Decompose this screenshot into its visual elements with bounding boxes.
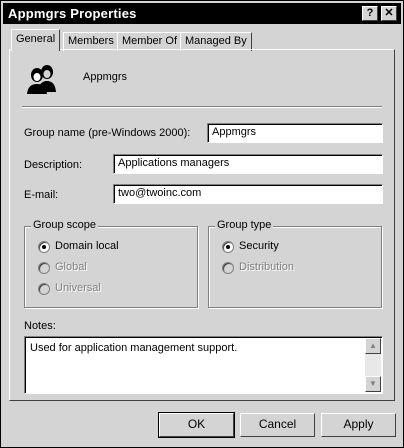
properties-dialog: Appmgrs Properties ? ✕ General Members M… <box>0 0 404 448</box>
group-display-name: Appmgrs <box>83 71 128 83</box>
security-radio[interactable] <box>222 241 234 253</box>
cancel-button[interactable]: Cancel <box>240 413 315 437</box>
distribution-label: Distribution <box>239 261 295 273</box>
security-label[interactable]: Security <box>239 240 279 252</box>
notes-textarea[interactable]: Used for application management support.… <box>24 336 383 394</box>
group-scope-box <box>24 226 198 308</box>
general-tab-panel: Appmgrs Group name (pre-Windows 2000): A… <box>9 49 395 401</box>
scroll-down-arrow-icon[interactable]: ▼ <box>365 376 381 392</box>
scroll-up-arrow-icon[interactable]: ▲ <box>365 338 381 354</box>
notes-label: Notes: <box>24 320 56 332</box>
window-title: Appmgrs Properties <box>8 6 137 21</box>
group-type-title: Group type <box>215 219 274 231</box>
group-type-box <box>208 226 382 308</box>
description-input[interactable]: Applications managers <box>113 154 383 174</box>
help-button[interactable]: ? <box>362 6 378 21</box>
distribution-radio <box>222 262 234 274</box>
global-label: Global <box>55 261 87 273</box>
group-users-icon <box>24 62 58 94</box>
domain-local-radio[interactable] <box>38 241 50 253</box>
apply-button[interactable]: Apply <box>321 413 396 437</box>
description-label: Description: <box>24 159 83 171</box>
title-bar[interactable]: Appmgrs Properties ? ✕ <box>3 3 401 24</box>
email-input[interactable]: two@twoinc.com <box>113 184 383 204</box>
universal-radio <box>38 283 50 295</box>
group-name-label: Group name (pre-Windows 2000): <box>24 127 191 139</box>
group-name-input[interactable]: Appmgrs <box>207 123 383 143</box>
domain-local-label[interactable]: Domain local <box>55 240 119 252</box>
header-separator <box>22 106 382 108</box>
close-button[interactable]: ✕ <box>381 6 397 21</box>
tab-general[interactable]: General <box>11 29 61 51</box>
global-radio <box>38 262 50 274</box>
email-label: E-mail: <box>24 189 59 201</box>
notes-text: Used for application management support. <box>30 342 238 354</box>
ok-button[interactable]: OK <box>158 412 235 438</box>
group-scope-title: Group scope <box>31 219 98 231</box>
universal-label: Universal <box>55 282 101 294</box>
notes-scrollbar[interactable]: ▲ ▼ <box>365 338 381 392</box>
